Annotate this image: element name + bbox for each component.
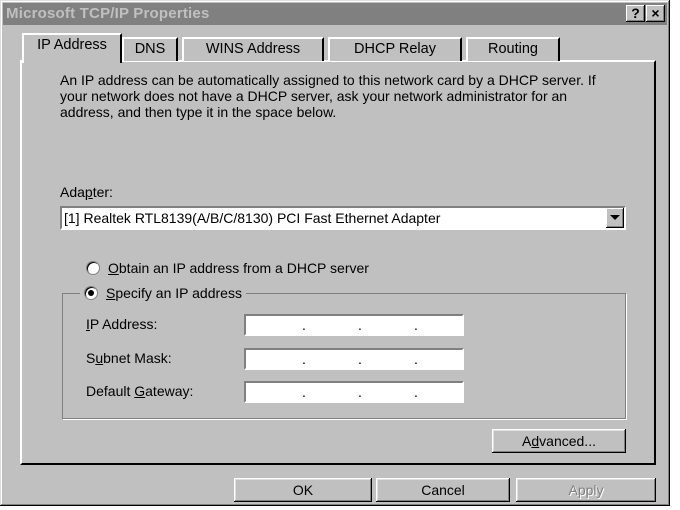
ip-separator: . bbox=[358, 317, 362, 333]
radio-obtain-dhcp-indicator[interactable] bbox=[86, 261, 100, 275]
tab-routing[interactable]: Routing bbox=[466, 37, 560, 61]
default-gateway-field[interactable]: . . . bbox=[244, 381, 464, 403]
title-bar[interactable]: Microsoft TCP/IP Properties ? × bbox=[3, 3, 667, 25]
tab-dns[interactable]: DNS bbox=[122, 37, 178, 61]
ip-separator: . bbox=[414, 351, 418, 367]
tab-wins-address[interactable]: WINS Address bbox=[182, 37, 324, 61]
apply-button[interactable]: Apply bbox=[516, 478, 656, 502]
chevron-down-icon[interactable] bbox=[606, 208, 624, 228]
radio-obtain-dhcp[interactable]: Obtain an IP address from a DHCP server bbox=[86, 259, 369, 277]
ip-separator: . bbox=[302, 351, 306, 367]
radio-specify-ip[interactable]: Specify an IP address bbox=[80, 284, 246, 302]
ip-separator: . bbox=[358, 384, 362, 400]
cancel-button[interactable]: Cancel bbox=[376, 478, 510, 502]
advanced-button[interactable]: Advanced... bbox=[492, 429, 626, 453]
adapter-dropdown[interactable]: [1] Realtek RTL8139(A/B/C/8130) PCI Fast… bbox=[60, 206, 626, 230]
tab-page-ip-address: An IP address can be automatically assig… bbox=[20, 60, 656, 465]
tab-ip-address[interactable]: IP Address bbox=[22, 33, 122, 63]
subnet-mask-label: Subnet Mask: bbox=[86, 350, 172, 366]
radio-obtain-dhcp-label: Obtain an IP address from a DHCP server bbox=[108, 260, 369, 276]
ip-address-label: IP Address: bbox=[86, 316, 158, 332]
help-button[interactable]: ? bbox=[626, 5, 645, 22]
ip-separator: . bbox=[414, 384, 418, 400]
adapter-selected-value: [1] Realtek RTL8139(A/B/C/8130) PCI Fast… bbox=[64, 210, 441, 226]
radio-specify-ip-indicator[interactable] bbox=[84, 286, 98, 300]
subnet-mask-field[interactable]: . . . bbox=[244, 348, 464, 370]
intro-text: An IP address can be automatically assig… bbox=[60, 72, 596, 120]
ok-button[interactable]: OK bbox=[234, 478, 372, 502]
close-button[interactable]: × bbox=[646, 5, 665, 22]
tab-dhcp-relay[interactable]: DHCP Relay bbox=[328, 37, 462, 61]
adapter-label: Adapter: bbox=[60, 184, 113, 200]
ip-separator: . bbox=[358, 351, 362, 367]
ip-separator: . bbox=[302, 384, 306, 400]
tcpip-properties-dialog: Microsoft TCP/IP Properties ? × An IP ad… bbox=[0, 0, 670, 506]
ip-separator: . bbox=[414, 317, 418, 333]
ip-address-field[interactable]: . . . bbox=[244, 314, 464, 336]
default-gateway-label: Default Gateway: bbox=[86, 383, 194, 399]
ip-separator: . bbox=[302, 317, 306, 333]
window-title: Microsoft TCP/IP Properties bbox=[6, 5, 210, 22]
radio-specify-ip-label: Specify an IP address bbox=[106, 285, 242, 301]
